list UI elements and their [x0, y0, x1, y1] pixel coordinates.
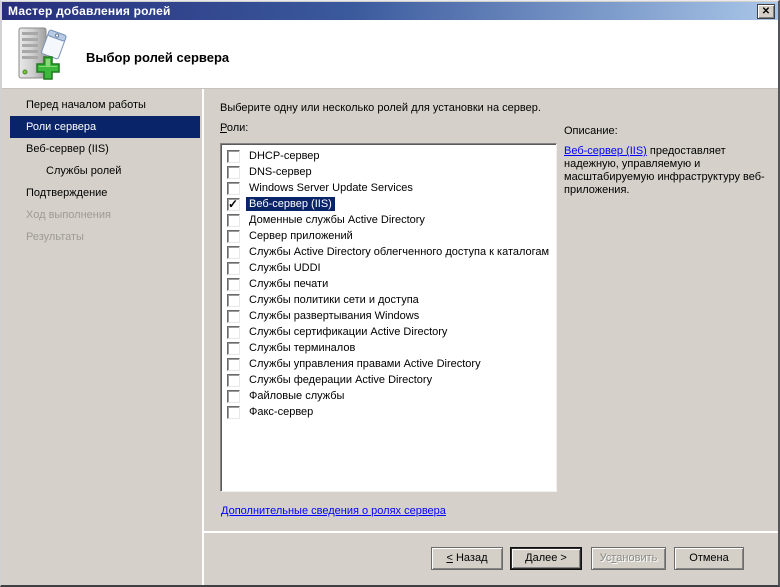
checkbox-unchecked[interactable] [227, 309, 240, 323]
checkbox-unchecked[interactable] [227, 357, 240, 371]
server-add-roles-icon [14, 26, 70, 89]
role-row[interactable]: Сервер приложений [225, 228, 554, 244]
role-label[interactable]: Службы сертификации Active Directory [246, 325, 450, 339]
role-label[interactable]: Службы федерации Active Directory [246, 373, 435, 387]
close-icon[interactable]: ✕ [757, 3, 775, 19]
button-separator [204, 531, 778, 533]
role-label[interactable]: Факс-сервер [246, 405, 316, 419]
titlebar: Мастер добавления ролей ✕ [2, 2, 778, 20]
role-label[interactable]: Службы Active Directory облегченного дос… [246, 245, 552, 259]
sidebar-item-web-server-iis: Веб-сервер (IIS) [26, 143, 109, 155]
window-title: Мастер добавления ролей [8, 4, 171, 18]
role-row[interactable]: Службы Active Directory облегченного дос… [225, 244, 554, 260]
role-row[interactable]: Службы печати [225, 276, 554, 292]
role-label[interactable]: Службы печати [246, 277, 331, 291]
checkbox-unchecked[interactable] [227, 165, 240, 179]
sidebar-item-role-services: Службы ролей [46, 165, 122, 177]
description-panel: Описание: Веб-сервер (IIS) предоставляет… [564, 125, 771, 197]
role-row[interactable]: Windows Server Update Services [225, 180, 554, 196]
back-button[interactable]: < Назад [431, 547, 503, 570]
page-title: Выбор ролей сервера [86, 50, 230, 65]
checkbox-unchecked[interactable] [227, 245, 240, 259]
role-row[interactable]: Службы UDDI [225, 260, 554, 276]
role-row[interactable]: Службы федерации Active Directory [225, 372, 554, 388]
checkbox-unchecked[interactable] [227, 405, 240, 419]
instruction-text: Выберите одну или несколько ролей для ус… [220, 102, 541, 114]
check-icon: ✓ [228, 196, 239, 211]
next-button[interactable]: Далее > [510, 547, 582, 570]
role-label[interactable]: Службы политики сети и доступа [246, 293, 422, 307]
role-row-selected[interactable]: ✓ Веб-сервер (IIS) [225, 196, 554, 212]
wizard-content: Выберите одну или несколько ролей для ус… [204, 89, 778, 585]
wizard-steps-sidebar: Перед началом работы Роли сервера Веб-се… [2, 89, 204, 585]
role-label[interactable]: Windows Server Update Services [246, 181, 416, 195]
checkbox-unchecked[interactable] [227, 325, 240, 339]
role-row[interactable]: Факс-сервер [225, 404, 554, 420]
sidebar-item-confirmation: Подтверждение [26, 187, 108, 199]
role-row[interactable]: Файловые службы [225, 388, 554, 404]
roles-list-label: Роли: [220, 122, 249, 134]
role-label[interactable]: DNS-сервер [246, 165, 315, 179]
sidebar-item-server-roles: Роли сервера [10, 116, 200, 138]
role-label[interactable]: DHCP-сервер [246, 149, 323, 163]
add-roles-wizard-window: Мастер добавления ролей ✕ Выбор ролей се… [0, 0, 780, 587]
roles-listbox: DHCP-сервер DNS-сервер Windows Server Up… [220, 143, 557, 492]
role-row[interactable]: Доменные службы Active Directory [225, 212, 554, 228]
checkbox-unchecked[interactable] [227, 181, 240, 195]
role-label[interactable]: Службы управления правами Active Directo… [246, 357, 484, 371]
role-row[interactable]: Службы управления правами Active Directo… [225, 356, 554, 372]
role-label[interactable]: Сервер приложений [246, 229, 356, 243]
role-label[interactable]: Службы UDDI [246, 261, 324, 275]
checkbox-unchecked[interactable] [227, 389, 240, 403]
role-label[interactable]: Доменные службы Active Directory [246, 213, 428, 227]
role-label[interactable]: Файловые службы [246, 389, 347, 403]
role-row[interactable]: Службы политики сети и доступа [225, 292, 554, 308]
role-row[interactable]: DHCP-сервер [225, 148, 554, 164]
description-heading: Описание: [564, 125, 618, 137]
cancel-button[interactable]: Отмена [674, 547, 744, 570]
sidebar-item-before-you-begin: Перед началом работы [26, 99, 146, 111]
role-row[interactable]: Службы терминалов [225, 340, 554, 356]
description-text: Веб-сервер (IIS) предоставляет надежную,… [564, 145, 771, 197]
role-row[interactable]: DNS-сервер [225, 164, 554, 180]
checkbox-unchecked[interactable] [227, 261, 240, 275]
checkbox-unchecked[interactable] [227, 149, 240, 163]
checkbox-unchecked[interactable] [227, 277, 240, 291]
role-label[interactable]: Службы развертывания Windows [246, 309, 422, 323]
more-info-link[interactable]: Дополнительные сведения о ролях сервера [221, 505, 446, 517]
wizard-header: Выбор ролей сервера [2, 20, 778, 89]
checkbox-unchecked[interactable] [227, 373, 240, 387]
checkbox-unchecked[interactable] [227, 341, 240, 355]
role-label[interactable]: Веб-сервер (IIS) [246, 197, 335, 211]
sidebar-item-results: Результаты [26, 231, 84, 243]
install-button-disabled: Установить [591, 547, 666, 570]
checkbox-unchecked[interactable] [227, 293, 240, 307]
role-row[interactable]: Службы сертификации Active Directory [225, 324, 554, 340]
checkbox-unchecked[interactable] [227, 229, 240, 243]
role-row[interactable]: Службы развертывания Windows [225, 308, 554, 324]
checkbox-unchecked[interactable] [227, 213, 240, 227]
sidebar-item-progress: Ход выполнения [26, 209, 111, 221]
checkbox-checked[interactable]: ✓ [227, 196, 240, 211]
role-label[interactable]: Службы терминалов [246, 341, 358, 355]
web-server-iis-link[interactable]: Веб-сервер (IIS) [564, 145, 647, 157]
